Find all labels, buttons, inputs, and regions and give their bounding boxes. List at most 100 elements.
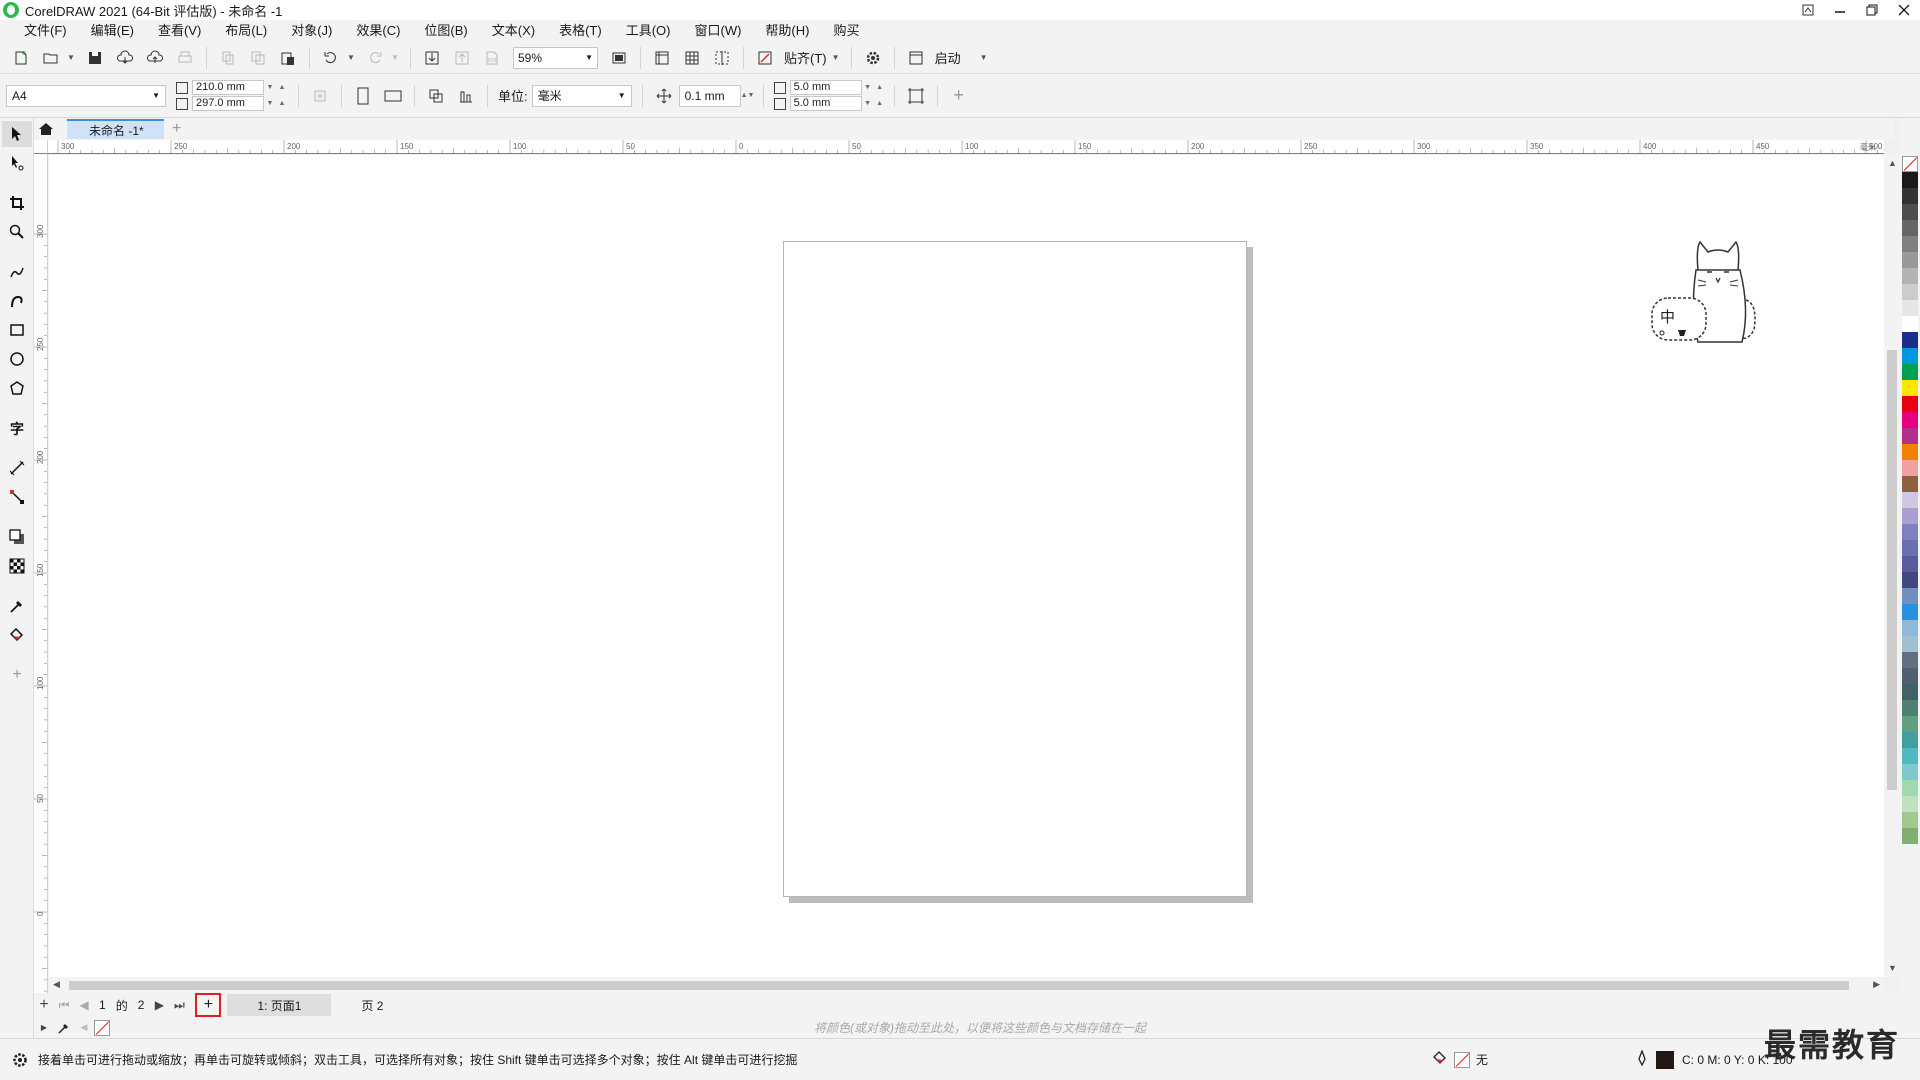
- palette-swatch[interactable]: [1902, 556, 1918, 572]
- freehand-tool-icon[interactable]: [2, 259, 32, 285]
- palette-swatch[interactable]: [1902, 780, 1918, 796]
- menu-file[interactable]: 文件(F): [12, 20, 79, 42]
- show-rulers-icon[interactable]: [650, 46, 674, 70]
- horizontal-scroll-thumb[interactable]: [69, 981, 1849, 990]
- outline-color-swatch[interactable]: [1656, 1050, 1674, 1069]
- scroll-right-icon[interactable]: ▶: [1873, 979, 1880, 990]
- restore-icon[interactable]: [1856, 0, 1888, 20]
- palette-swatch[interactable]: [1902, 748, 1918, 764]
- dup-x-spinner-icon[interactable]: ▼: [862, 80, 874, 95]
- palette-swatch[interactable]: [1902, 700, 1918, 716]
- page-sheet[interactable]: [783, 241, 1247, 897]
- page-size-combo[interactable]: A4 ▼: [6, 84, 166, 107]
- palette-swatch[interactable]: [1902, 620, 1918, 636]
- show-grid-icon[interactable]: [680, 46, 704, 70]
- copy-icon[interactable]: [246, 46, 270, 70]
- menu-help[interactable]: 帮助(H): [753, 20, 821, 42]
- palette-swatch[interactable]: [1902, 524, 1918, 540]
- outline-pen-icon[interactable]: [1636, 1049, 1648, 1069]
- export-icon[interactable]: [450, 46, 474, 70]
- options-gear-icon[interactable]: [861, 46, 885, 70]
- text-tool-icon[interactable]: 字: [2, 415, 32, 441]
- show-guidelines-icon[interactable]: [710, 46, 734, 70]
- palette-swatch[interactable]: [1902, 460, 1918, 476]
- palette-swatch[interactable]: [1902, 172, 1918, 188]
- palette-swatch[interactable]: [1902, 348, 1918, 364]
- nudge-distance-field[interactable]: 0.1 mm: [678, 84, 741, 107]
- palette-swatch[interactable]: [1902, 396, 1918, 412]
- palette-swatch[interactable]: [1902, 604, 1918, 620]
- open-folder-icon[interactable]: [39, 46, 63, 70]
- width-spinner-up-icon[interactable]: ▲: [276, 80, 288, 95]
- menu-effects[interactable]: 效果(C): [344, 20, 412, 42]
- palette-swatch[interactable]: [1902, 812, 1918, 828]
- store-icon[interactable]: [1792, 0, 1824, 20]
- scroll-down-icon[interactable]: ▼: [1888, 963, 1897, 973]
- polygon-tool-icon[interactable]: [2, 375, 32, 401]
- menu-table[interactable]: 表格(T): [547, 20, 614, 42]
- palette-swatch[interactable]: [1902, 732, 1918, 748]
- menu-text[interactable]: 文本(X): [480, 20, 547, 42]
- next-page-icon[interactable]: ▶: [149, 995, 169, 1015]
- palette-swatch[interactable]: [1902, 332, 1918, 348]
- fill-none-swatch[interactable]: [1454, 1051, 1470, 1068]
- cloud-download-icon[interactable]: [113, 46, 137, 70]
- palette-swatch[interactable]: [1902, 572, 1918, 588]
- palette-swatch[interactable]: [1902, 476, 1918, 492]
- menu-tools[interactable]: 工具(O): [614, 20, 683, 42]
- application-launcher-icon[interactable]: [904, 46, 928, 70]
- palette-swatch[interactable]: [1902, 540, 1918, 556]
- vertical-ruler[interactable]: 300 250 200 150 100 50 0: [34, 154, 48, 994]
- page-duplicate-icon[interactable]: [425, 85, 447, 107]
- palette-swatch[interactable]: [1902, 796, 1918, 812]
- close-icon[interactable]: [1888, 0, 1920, 20]
- undo-icon[interactable]: [319, 46, 343, 70]
- palette-flyout-icon[interactable]: ▶: [34, 1018, 54, 1038]
- palette-swatch[interactable]: [1902, 268, 1918, 284]
- snap-dropdown-icon[interactable]: ▼: [831, 46, 841, 70]
- palette-swatch[interactable]: [1902, 364, 1918, 380]
- ellipse-tool-icon[interactable]: [2, 346, 32, 372]
- snap-off-icon[interactable]: [753, 46, 777, 70]
- palette-swatch[interactable]: [1902, 188, 1918, 204]
- portrait-icon[interactable]: [352, 85, 374, 107]
- palette-swatch[interactable]: [1902, 236, 1918, 252]
- palette-back-icon[interactable]: ◀: [74, 1018, 94, 1038]
- cut-icon[interactable]: [216, 46, 240, 70]
- palette-swatch[interactable]: [1902, 220, 1918, 236]
- drop-shadow-tool-icon[interactable]: [2, 524, 32, 550]
- redo-dropdown-icon[interactable]: ▼: [390, 46, 400, 70]
- add-page-after-button[interactable]: +: [195, 993, 222, 1017]
- crop-tool-icon[interactable]: [2, 190, 32, 216]
- palette-swatch[interactable]: [1902, 284, 1918, 300]
- menu-buy[interactable]: 购买: [821, 20, 871, 42]
- palette-swatch[interactable]: [1902, 492, 1918, 508]
- palette-swatch[interactable]: [1902, 716, 1918, 732]
- palette-swatch[interactable]: [1902, 316, 1918, 332]
- redo-icon[interactable]: [363, 46, 387, 70]
- fill-bucket-icon[interactable]: [1432, 1050, 1448, 1069]
- eyedropper-tool-icon[interactable]: [2, 593, 32, 619]
- import-icon[interactable]: [420, 46, 444, 70]
- palette-swatch[interactable]: [1902, 428, 1918, 444]
- home-icon[interactable]: [34, 117, 58, 141]
- scroll-left-icon[interactable]: ◀: [53, 979, 60, 990]
- palette-swatch[interactable]: [1902, 668, 1918, 684]
- pick-tool-icon[interactable]: [2, 121, 32, 147]
- palette-swatch[interactable]: [1902, 380, 1918, 396]
- palette-swatch[interactable]: [1902, 412, 1918, 428]
- undo-dropdown-icon[interactable]: ▼: [346, 46, 356, 70]
- height-spinner-icon[interactable]: ▼: [264, 96, 276, 111]
- width-spinner-icon[interactable]: ▼: [264, 80, 276, 95]
- drawing-canvas[interactable]: [49, 155, 1884, 977]
- add-plus-icon[interactable]: +: [948, 85, 970, 107]
- landscape-icon[interactable]: [382, 85, 404, 107]
- shape-tool-icon[interactable]: [2, 150, 32, 176]
- palette-swatch[interactable]: [1902, 588, 1918, 604]
- dup-y-spinner-up-icon[interactable]: ▲: [874, 96, 886, 111]
- dup-y-field[interactable]: 5.0 mm: [789, 96, 862, 111]
- dup-x-field[interactable]: 5.0 mm: [789, 80, 862, 95]
- previous-page-icon[interactable]: ◀: [74, 995, 94, 1015]
- palette-swatch[interactable]: [1902, 636, 1918, 652]
- cloud-upload-icon[interactable]: [143, 46, 167, 70]
